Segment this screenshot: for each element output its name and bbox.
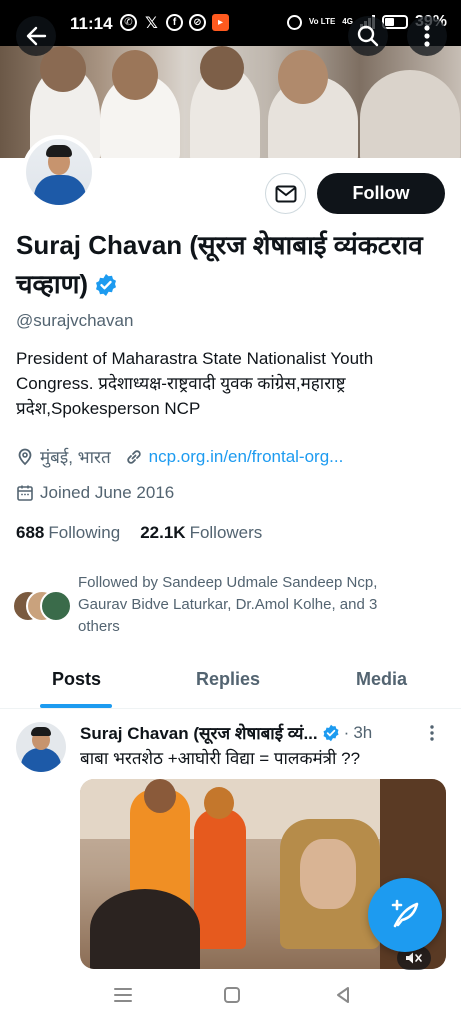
active-tab-indicator — [40, 704, 112, 708]
notification-icons: ✆ 𝕏 f ⊘ ▸ — [120, 14, 229, 32]
profile-location: मुंबई, भारत — [40, 448, 111, 467]
profile-avatar[interactable] — [22, 135, 96, 209]
recents-button[interactable] — [113, 986, 133, 1009]
avatar — [40, 590, 72, 622]
follow-stats: 688 Following 22.1K Followers — [16, 523, 262, 543]
post-text: बाबा भरतशेठ +आघोरी विद्या = पालकमंत्री ?… — [80, 749, 361, 768]
system-navigation-bar — [0, 970, 461, 1024]
location-pin-icon — [16, 448, 34, 466]
avatar — [16, 722, 66, 772]
compose-feather-icon — [391, 899, 419, 928]
profile-bio: President of Maharastra State Nationalis… — [16, 349, 374, 418]
post-timestamp[interactable]: 3h — [353, 723, 372, 743]
profile-meta-row: मुंबई, भारत ncp.org.in/en/frontal-org... — [16, 445, 343, 468]
post-author-avatar[interactable] — [16, 722, 66, 772]
search-button[interactable] — [348, 16, 388, 56]
tab-posts[interactable]: Posts — [52, 669, 101, 690]
joined-date: Joined June 2016 — [40, 483, 175, 502]
whatsapp-icon: ✆ — [120, 14, 137, 31]
search-icon — [357, 25, 379, 47]
back-nav-button[interactable] — [334, 986, 352, 1009]
facebook-icon: f — [166, 14, 183, 31]
app-notification-icon: ▸ — [212, 14, 229, 31]
home-button[interactable] — [223, 986, 241, 1009]
status-time: 11:14 — [70, 14, 113, 33]
more-vertical-icon — [424, 25, 430, 47]
x-icon: 𝕏 — [145, 14, 158, 32]
following-stat[interactable]: 688 Following — [16, 523, 120, 543]
avatar-photo — [26, 139, 92, 205]
envelope-icon — [275, 185, 296, 202]
verified-badge-icon — [323, 724, 339, 741]
volume-muted-icon — [406, 952, 422, 964]
back-button[interactable] — [16, 16, 56, 56]
verified-badge-icon[interactable] — [94, 273, 118, 297]
menu-lines-icon — [114, 988, 132, 1002]
followers-label: Followers — [189, 523, 263, 542]
link-icon — [125, 448, 143, 466]
post-more-button[interactable] — [430, 725, 434, 746]
post-author-name[interactable]: Suraj Chavan (सूरज शेषाबाई व्यं... — [80, 721, 318, 744]
followed-by-avatars[interactable] — [12, 590, 74, 622]
back-triangle-icon — [337, 987, 349, 1003]
followers-count: 22.1K — [140, 523, 186, 542]
volte-icon: Vo LTE — [308, 17, 336, 26]
display-name-block: Suraj Chavan (सूरज शेषाबाई व्यंकटराव चव्… — [16, 226, 436, 304]
home-square-icon — [224, 987, 240, 1003]
tab-media[interactable]: Media — [356, 669, 407, 690]
calendar-icon — [16, 484, 34, 502]
joined-row: Joined June 2016 — [16, 483, 174, 503]
more-options-button[interactable] — [407, 16, 447, 56]
followers-stat[interactable]: 22.1K Followers — [140, 523, 262, 543]
more-vertical-icon — [430, 725, 434, 741]
status-bar: 11:14 ✆ 𝕏 f ⊘ ▸ Vo LTE 4G 39% — [0, 0, 461, 46]
profile-handle: @surajvchavan — [16, 311, 134, 330]
followed-by-text[interactable]: Followed by Sandeep Udmale Sandeep Ncp, … — [78, 572, 418, 638]
post-separator: · — [343, 722, 350, 742]
display-name: Suraj Chavan (सूरज शेषाबाई व्यंकटराव चव्… — [16, 230, 423, 299]
post-header: Suraj Chavan (सूरज शेषाबाई व्यं... · 3h — [80, 721, 440, 744]
following-count: 688 — [16, 523, 45, 542]
tab-replies[interactable]: Replies — [196, 669, 260, 690]
following-label: Following — [48, 523, 121, 542]
alarm-icon — [286, 14, 302, 30]
compose-post-button[interactable] — [368, 878, 442, 952]
vpn-icon: ⊘ — [189, 14, 206, 31]
follow-button[interactable]: Follow — [317, 173, 445, 214]
back-arrow-icon — [26, 26, 47, 46]
profile-website-link[interactable]: ncp.org.in/en/frontal-org... — [149, 447, 344, 467]
profile-tabs: Posts Replies Media — [0, 657, 461, 709]
message-button[interactable] — [265, 173, 306, 214]
